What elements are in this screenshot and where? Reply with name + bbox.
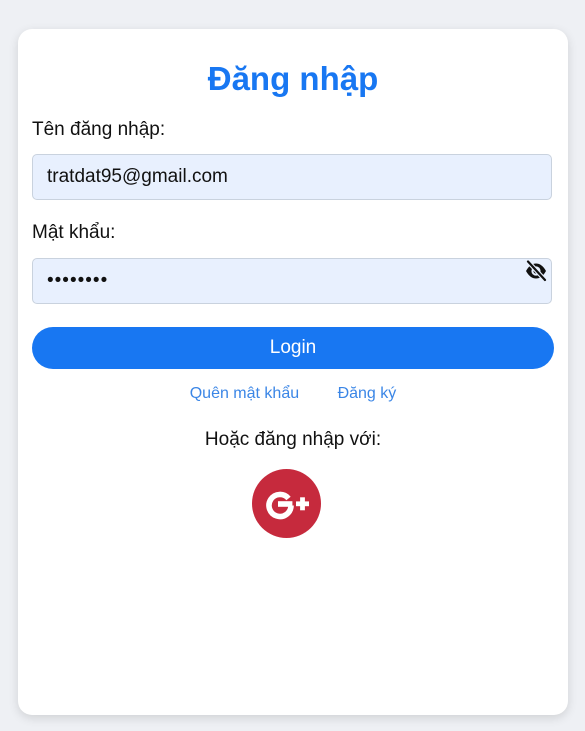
username-field[interactable] bbox=[32, 154, 552, 200]
forgot-password-link[interactable]: Quên mật khẩu bbox=[190, 385, 299, 402]
username-label: Tên đăng nhập: bbox=[32, 119, 166, 140]
social-login-text: Hoặc đăng nhập với: bbox=[204, 429, 382, 450]
password-label: Mật khẩu: bbox=[32, 222, 116, 243]
login-card: Đăng nhập Tên đăng nhập: Mật khẩu: Login… bbox=[18, 29, 568, 715]
login-button[interactable]: Login bbox=[32, 327, 554, 369]
auth-links: Quên mật khẩu Đăng ký bbox=[18, 384, 568, 404]
register-link[interactable]: Đăng ký bbox=[338, 385, 397, 402]
google-plus-icon bbox=[266, 491, 309, 520]
google-plus-button[interactable] bbox=[252, 469, 321, 538]
page-title: Đăng nhập bbox=[207, 60, 379, 97]
password-field[interactable] bbox=[32, 258, 552, 304]
eye-slash-icon[interactable] bbox=[524, 259, 548, 282]
